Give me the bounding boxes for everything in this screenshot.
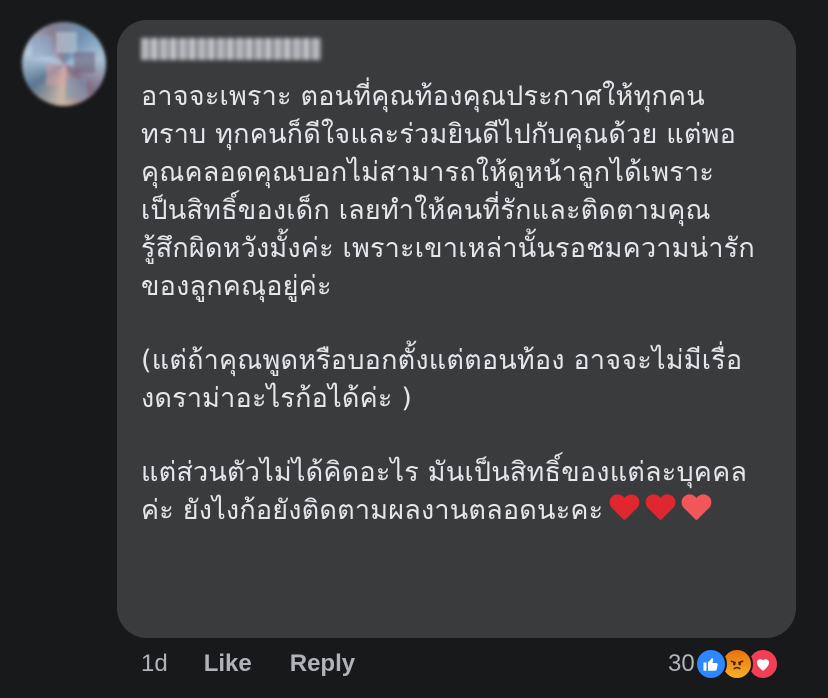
comment-bubble: อาจจะเพราะ ตอนที่คุณท้องคุณประกาศให้ทุกค… xyxy=(117,20,796,638)
thumbs-up-icon xyxy=(703,658,718,671)
avatar-pixel xyxy=(74,52,95,73)
comment-line: แต่ส่วนตัวไม่ได้คิดอะไร มันเป็นสิทธิ์ของ… xyxy=(141,457,748,488)
comment-line: เป็นสิทธิ์ของเด็ก เลยทำให้คนที่รักและติด… xyxy=(141,195,711,226)
heart-emojis xyxy=(609,492,717,530)
comment-line: ของลูกคณุอยู่ค่ะ xyxy=(141,271,332,302)
comment-line: คุณคลอดคุณบอกไม่สามารถให้ดูหน้าลูกได้เพร… xyxy=(141,157,715,188)
comment-line: งดราม่าอะไรก้อได้ค่ะ ) xyxy=(141,383,413,414)
heart-icon xyxy=(756,659,769,671)
avatar[interactable] xyxy=(22,22,106,106)
comment-line: ทราบ ทุกคนก็ดีใจและร่วมยินดีไปกับคุณด้วย… xyxy=(141,119,737,150)
comment-line: (แต่ถ้าคุณพูดหรือบอกตั้งแต่ตอนท้อง อาจจะ… xyxy=(141,345,743,376)
avatar-pixel xyxy=(46,64,67,85)
avatar-pixel xyxy=(56,32,77,53)
reaction-count[interactable]: 30 xyxy=(668,650,695,678)
like-icon xyxy=(694,648,727,680)
heart-icon xyxy=(609,495,639,522)
timestamp[interactable]: 1d xyxy=(141,650,168,678)
comment-line-last: ค่ะ ยังไงก้อยังติดตามผลงานตลอดนะคะ xyxy=(141,492,781,530)
comment-thread: อาจจะเพราะ ตอนที่คุณท้องคุณประกาศให้ทุกค… xyxy=(0,0,828,698)
comment-line-text: ค่ะ ยังไงก้อยังติดตามผลงานตลอดนะคะ xyxy=(141,495,604,526)
reply-button[interactable]: Reply xyxy=(290,650,355,678)
author-name[interactable] xyxy=(141,38,321,60)
angry-face-icon xyxy=(730,660,744,670)
avatar-pixel xyxy=(32,36,53,57)
avatar-pixel xyxy=(66,78,87,99)
heart-icon xyxy=(645,495,675,522)
comment-line: รู้สึกผิดหวังมั้งค่ะ เพราะเขาเหล่านั้นรอ… xyxy=(141,233,755,264)
heart-icon xyxy=(681,495,711,522)
comment-actions: 1d Like Reply xyxy=(141,646,393,682)
comment-line: อาจจะเพราะ ตอนที่คุณท้องคุณประกาศให้ทุกค… xyxy=(141,81,705,112)
like-button[interactable]: Like xyxy=(204,650,252,678)
comment-text: อาจจะเพราะ ตอนที่คุณท้องคุณประกาศให้ทุกค… xyxy=(141,78,781,530)
reaction-summary[interactable]: 30 xyxy=(668,644,779,684)
